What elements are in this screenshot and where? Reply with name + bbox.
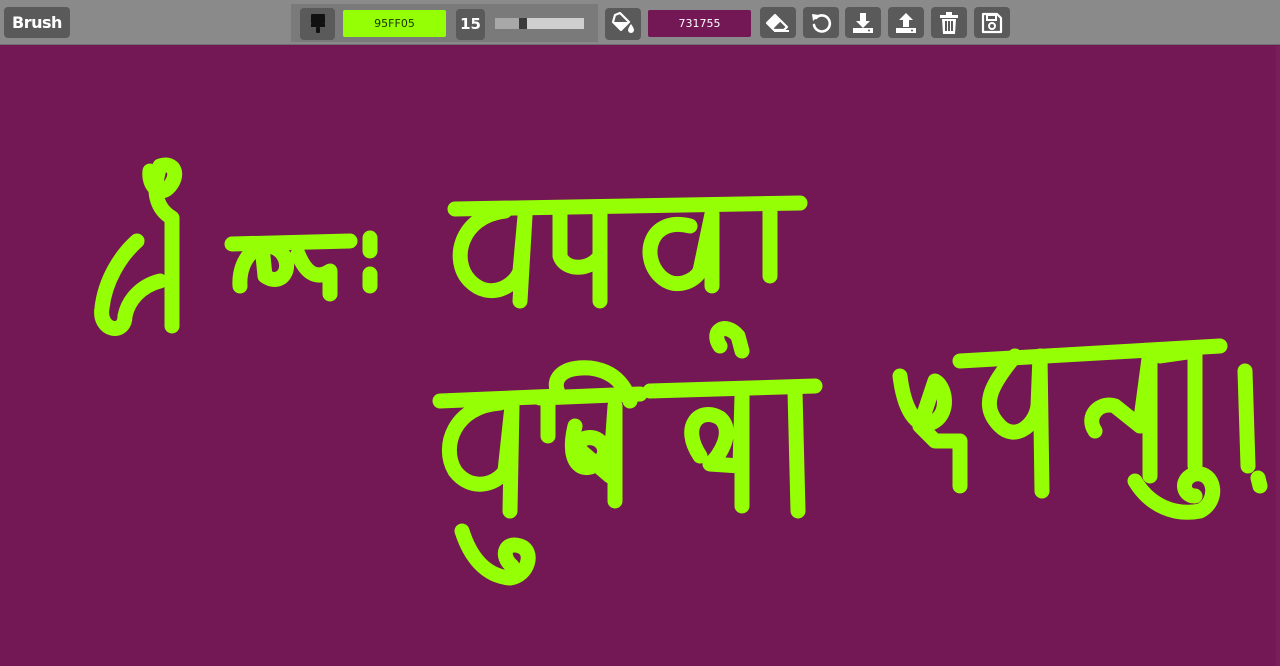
download-icon: [851, 12, 875, 34]
stroke-ma: [552, 203, 608, 309]
stroke-ka: [232, 238, 295, 294]
undo-button[interactable]: [803, 7, 839, 38]
paint-bucket-icon: [610, 12, 636, 36]
save-icon: [981, 12, 1003, 34]
tool-select-button[interactable]: Brush: [4, 7, 70, 38]
stroke-ntu-ta: [1152, 343, 1203, 474]
stroke-no-body: [684, 388, 750, 514]
brush-color-input[interactable]: 95FF05: [343, 10, 446, 37]
upload-button[interactable]: [888, 7, 924, 38]
toolbar: Brush 95FF05 15 731755: [0, 0, 1280, 45]
stroke-ka-matra: [290, 246, 338, 302]
brush-button[interactable]: [300, 8, 335, 40]
stroke-ka-bar: [224, 233, 358, 252]
stroke-lo: [142, 157, 183, 334]
save-button[interactable]: [974, 7, 1010, 38]
stroke-sta: [642, 206, 720, 294]
stroke-exclamation-dot: [1250, 470, 1268, 494]
fill-button[interactable]: [605, 8, 641, 40]
stroke-no: [709, 321, 750, 359]
clear-button[interactable]: [931, 7, 967, 38]
brush-size-value: 15: [456, 9, 485, 40]
stroke-sa-body: [452, 203, 533, 309]
canvas-edge: [1276, 46, 1280, 666]
stroke-exclamation: [1237, 363, 1256, 474]
stroke-bha: [892, 368, 968, 494]
handwriting-drawing: [94, 157, 1268, 586]
upload-icon: [894, 12, 918, 34]
paintbrush-icon: [309, 13, 327, 35]
stroke-su: [441, 395, 520, 519]
brush-size-slider[interactable]: [495, 18, 584, 29]
fill-color-input[interactable]: 731755: [648, 10, 751, 37]
trash-icon: [939, 11, 959, 34]
eraser-button[interactable]: [760, 7, 796, 38]
stroke-khi: [564, 398, 623, 509]
undo-icon: [810, 12, 832, 34]
stroke-khi-bar: [532, 386, 648, 406]
brush-size-slider-thumb[interactable]: [518, 18, 527, 29]
eraser-icon: [765, 13, 791, 33]
stroke-su-u: [454, 523, 536, 586]
stroke-ntu: [1084, 343, 1158, 484]
drawing-canvas[interactable]: [0, 46, 1280, 666]
download-button[interactable]: [845, 7, 881, 38]
stroke-va: [981, 348, 1050, 499]
stroke-no-matra: [787, 383, 806, 519]
stroke-lo-left: [94, 233, 168, 336]
